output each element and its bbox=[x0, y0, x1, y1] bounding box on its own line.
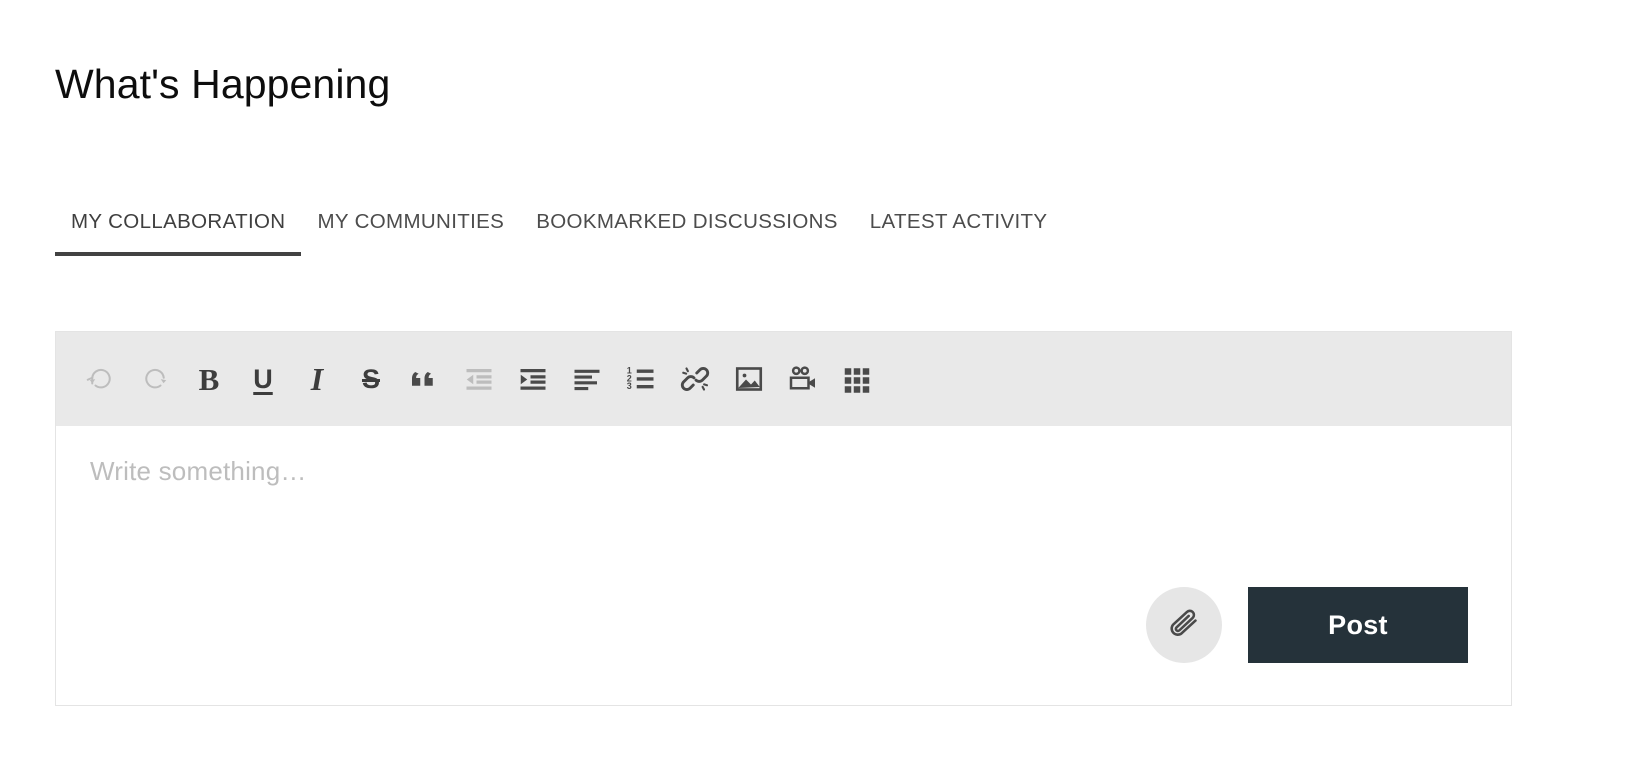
redo-icon[interactable] bbox=[128, 352, 182, 406]
tab-label: BOOKMARKED DISCUSSIONS bbox=[536, 210, 838, 233]
undo-icon[interactable] bbox=[74, 352, 128, 406]
underline-glyph: U bbox=[253, 363, 273, 394]
paperclip-icon bbox=[1167, 607, 1201, 644]
italic-glyph: I bbox=[310, 361, 324, 397]
underline-icon[interactable]: U bbox=[236, 352, 290, 406]
compose-area[interactable]: Write something… Post bbox=[56, 426, 1511, 705]
image-icon[interactable] bbox=[722, 352, 776, 406]
align-left-icon[interactable] bbox=[560, 352, 614, 406]
tab-bookmarked-discussions[interactable]: BOOKMARKED DISCUSSIONS bbox=[520, 202, 854, 256]
outdent-icon[interactable] bbox=[452, 352, 506, 406]
tab-label: MY COLLABORATION bbox=[71, 210, 286, 233]
tab-my-collaboration[interactable]: MY COLLABORATION bbox=[55, 202, 302, 256]
composer-actions: Post bbox=[1146, 587, 1468, 663]
tab-label: LATEST ACTIVITY bbox=[869, 210, 1048, 233]
link-icon[interactable] bbox=[668, 352, 722, 406]
ordered-list-icon[interactable]: 1 2 3 bbox=[614, 352, 668, 406]
blockquote-icon[interactable] bbox=[398, 352, 452, 406]
editor-toolbar: B U I S 1 2 3 bbox=[56, 332, 1511, 426]
page-title: What's Happening bbox=[55, 61, 391, 108]
post-button[interactable]: Post bbox=[1248, 587, 1468, 663]
attach-file-button[interactable] bbox=[1146, 587, 1222, 663]
table-icon[interactable] bbox=[830, 352, 884, 406]
strikethrough-icon[interactable]: S bbox=[344, 352, 398, 406]
tab-my-communities[interactable]: MY COMMUNITIES bbox=[301, 202, 520, 256]
indent-icon[interactable] bbox=[506, 352, 560, 406]
svg-text:3: 3 bbox=[627, 381, 632, 391]
tab-label: MY COMMUNITIES bbox=[317, 210, 505, 233]
tab-latest-activity[interactable]: LATEST ACTIVITY bbox=[854, 202, 1064, 256]
whats-happening-page: What's Happening MY COLLABORATION MY COM… bbox=[0, 0, 1636, 782]
post-composer: B U I S 1 2 3 Write something… Post bbox=[55, 331, 1512, 706]
bold-glyph: B bbox=[198, 361, 220, 397]
strikethrough-glyph: S bbox=[361, 363, 380, 394]
video-icon[interactable] bbox=[776, 352, 830, 406]
tab-bar: MY COLLABORATION MY COMMUNITIES BOOKMARK… bbox=[55, 202, 1063, 256]
bold-icon[interactable]: B bbox=[182, 352, 236, 406]
italic-icon[interactable]: I bbox=[290, 352, 344, 406]
compose-input[interactable] bbox=[56, 426, 1511, 705]
